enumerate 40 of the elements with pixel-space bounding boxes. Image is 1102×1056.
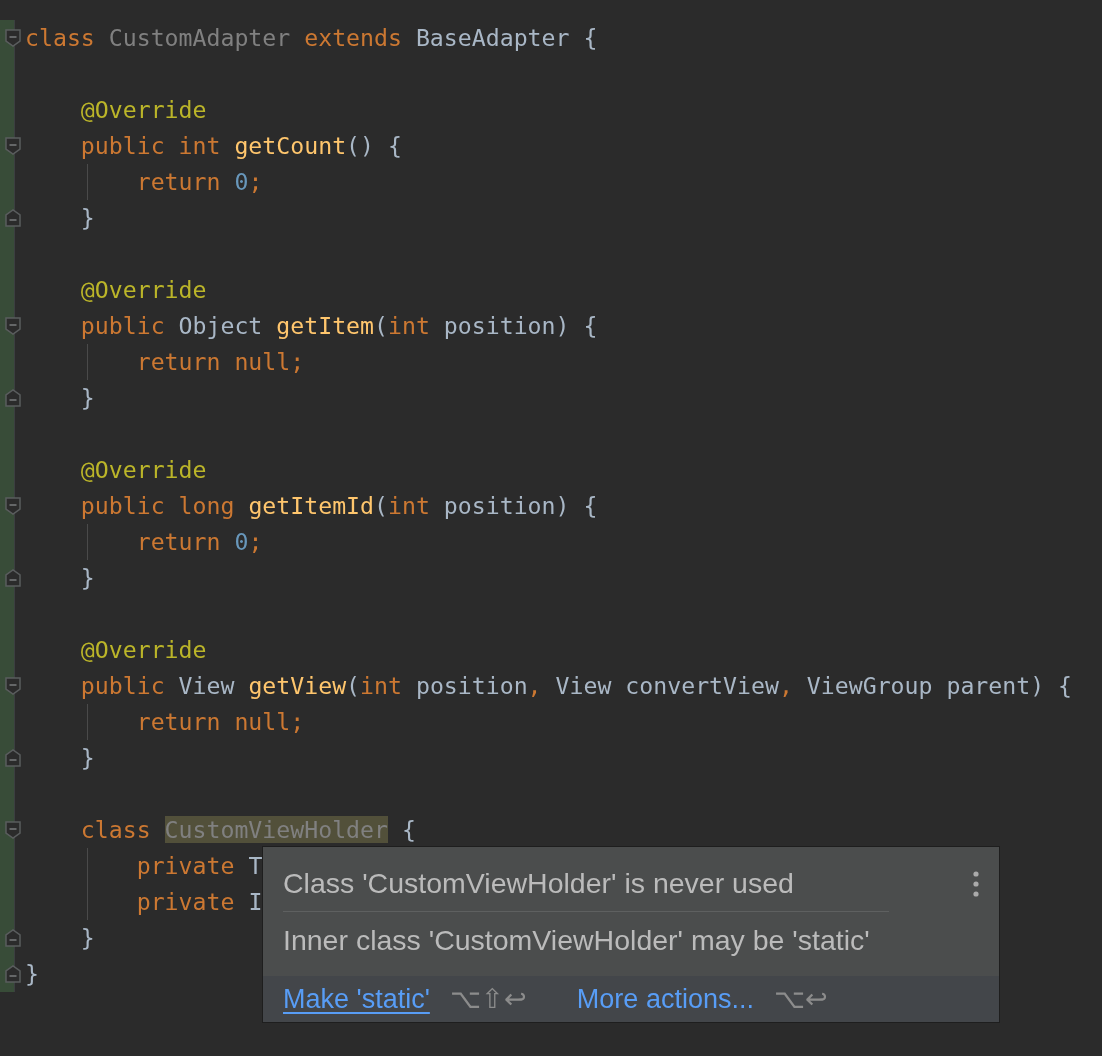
code-line: class CustomAdapter extends BaseAdapter {	[25, 23, 598, 53]
fold-marker-icon[interactable]	[5, 749, 21, 767]
fold-marker-icon[interactable]	[5, 821, 21, 839]
code-line: @Override	[79, 275, 207, 305]
code-line: public long getItemId(int position) {	[79, 491, 598, 521]
shortcut-hint: ⌥↩	[773, 983, 828, 1016]
code-line: }	[79, 563, 95, 593]
code-line: @Override	[79, 95, 207, 125]
fold-marker-icon[interactable]	[5, 929, 21, 947]
code-line: public Object getItem(int position) {	[79, 311, 598, 341]
code-line: public int getCount() {	[79, 131, 402, 161]
more-icon[interactable]	[973, 871, 979, 897]
inspection-message: Class 'CustomViewHolder' is never used	[283, 866, 794, 901]
fold-marker-icon[interactable]	[5, 965, 21, 983]
fold-marker-icon[interactable]	[5, 389, 21, 407]
code-line: return 0;	[25, 524, 263, 560]
action-link[interactable]: More actions...	[576, 981, 754, 1017]
code-line: }	[79, 203, 95, 233]
fold-marker-icon[interactable]	[5, 137, 21, 155]
code-line: private T	[25, 848, 263, 884]
code-line: @Override	[79, 455, 207, 485]
code-line: }	[25, 959, 39, 989]
fold-marker-icon[interactable]	[5, 317, 21, 335]
code-line: }	[79, 743, 95, 773]
code-line: }	[79, 923, 95, 953]
fold-marker-icon[interactable]	[5, 497, 21, 515]
code-line: }	[79, 383, 95, 413]
code-line: return null;	[25, 344, 305, 380]
code-line: private I	[25, 884, 263, 920]
code-line: return 0;	[25, 164, 263, 200]
code-line: public View getView(int position, View convertView, ViewGroup parent) {	[79, 671, 1073, 701]
fold-marker-icon[interactable]	[5, 569, 21, 587]
code-line: return null;	[25, 704, 305, 740]
shortcut-hint: ⌥⇧↩	[449, 983, 527, 1016]
code-line: @Override	[79, 635, 207, 665]
inspection-message: Inner class 'CustomViewHolder' may be 'static'	[283, 923, 870, 958]
fold-marker-icon[interactable]	[5, 677, 21, 695]
fold-marker-icon[interactable]	[5, 29, 21, 47]
fold-marker-icon[interactable]	[5, 209, 21, 227]
action-link[interactable]: Make 'static'	[283, 981, 430, 1017]
